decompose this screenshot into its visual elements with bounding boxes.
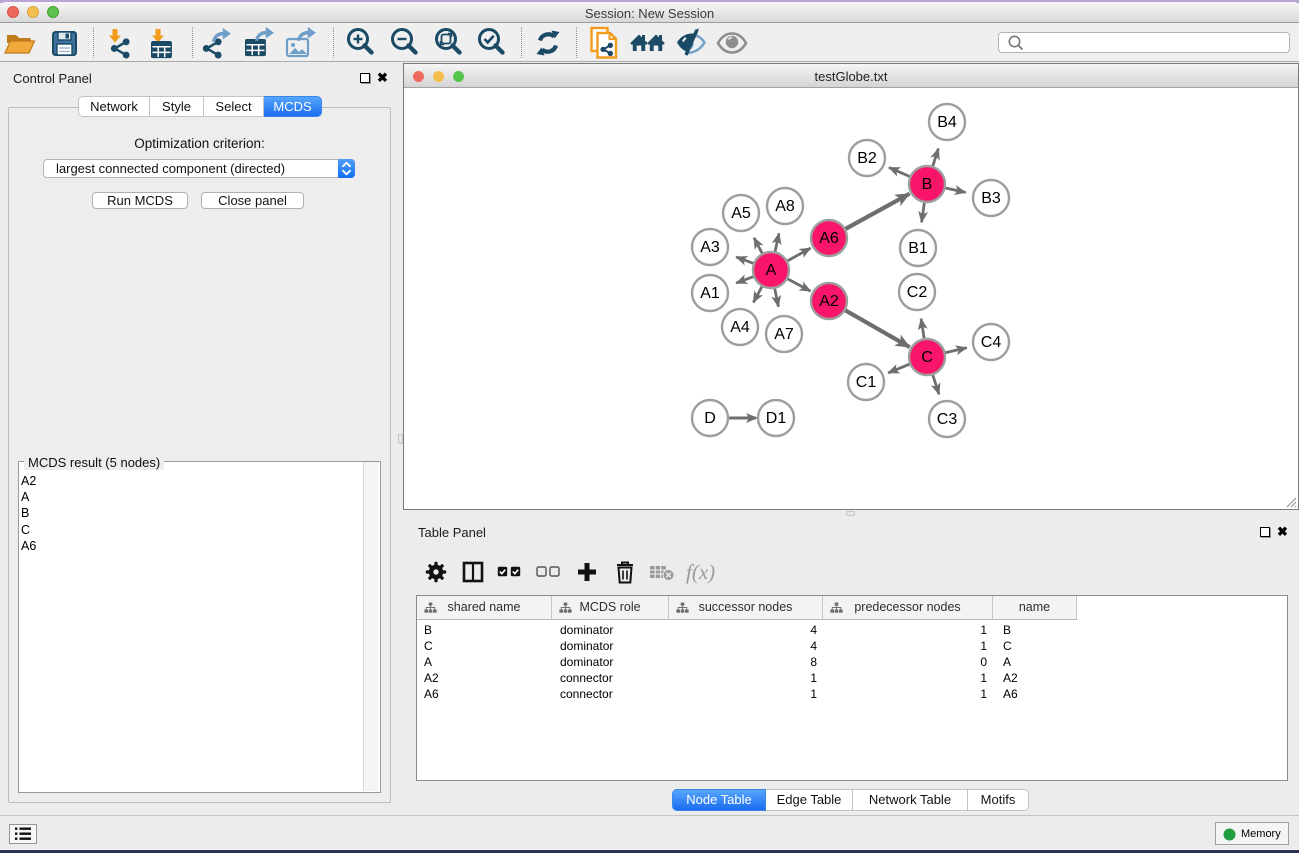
svg-text:C: C — [921, 349, 933, 366]
svg-text:A: A — [766, 262, 777, 279]
svg-text:A1: A1 — [700, 285, 720, 302]
svg-text:A4: A4 — [730, 319, 750, 336]
svg-text:B2: B2 — [857, 150, 877, 167]
svg-text:C1: C1 — [856, 374, 877, 391]
svg-text:B3: B3 — [981, 190, 1001, 207]
svg-text:C3: C3 — [937, 411, 958, 428]
svg-text:A5: A5 — [731, 205, 751, 222]
svg-text:A8: A8 — [775, 198, 795, 215]
svg-text:A3: A3 — [700, 239, 720, 256]
svg-text:B: B — [922, 176, 933, 193]
svg-text:A2: A2 — [819, 293, 839, 310]
svg-text:C2: C2 — [907, 284, 928, 301]
svg-text:A7: A7 — [774, 326, 794, 343]
svg-text:A6: A6 — [819, 230, 839, 247]
svg-text:B4: B4 — [937, 114, 957, 131]
svg-text:D1: D1 — [766, 410, 787, 427]
svg-text:D: D — [704, 410, 716, 427]
svg-text:C4: C4 — [981, 334, 1002, 351]
svg-text:B1: B1 — [908, 240, 928, 257]
